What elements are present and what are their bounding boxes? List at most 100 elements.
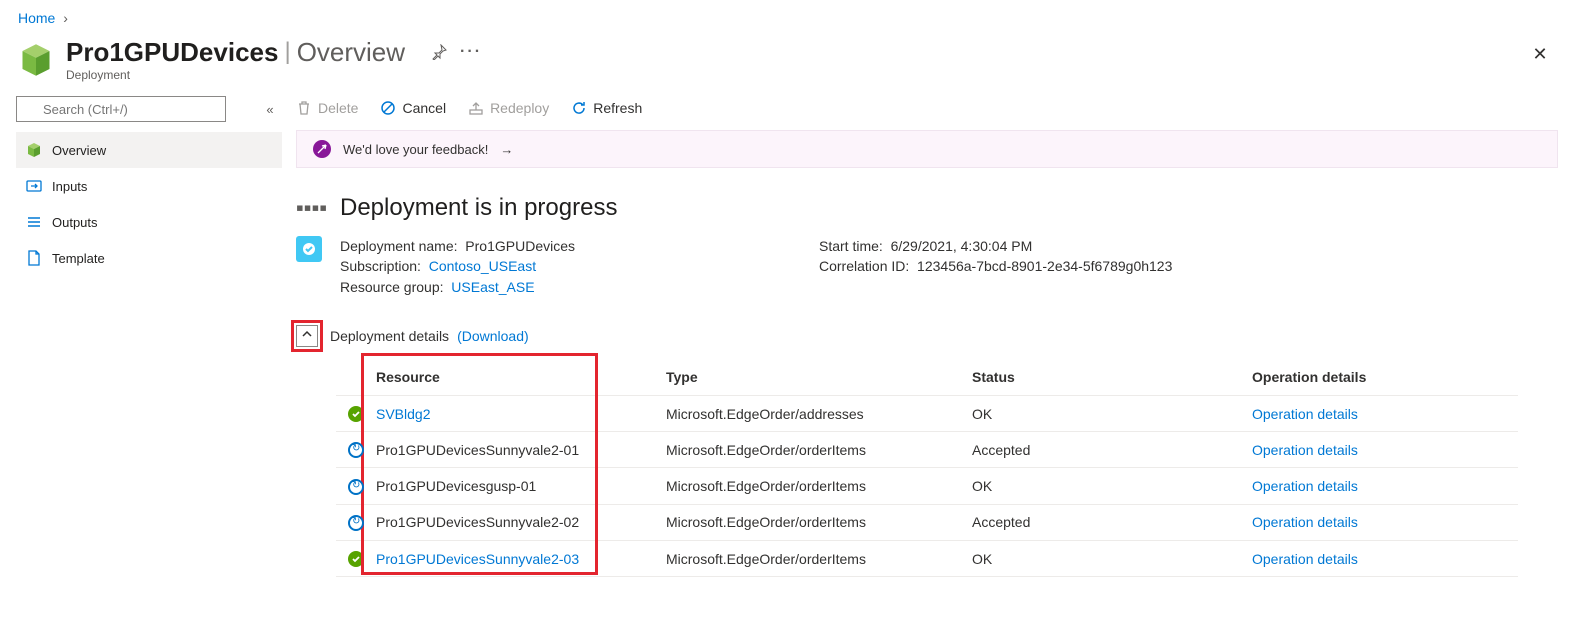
main-content: Delete Cancel Redeploy Refresh We'd love… — [290, 92, 1576, 601]
sidebar-item-outputs[interactable]: Outputs — [16, 204, 282, 240]
pin-icon — [431, 44, 447, 60]
sidebar-item-label: Outputs — [52, 215, 98, 230]
feedback-icon — [313, 140, 331, 158]
toolbar-label: Redeploy — [490, 100, 549, 116]
search-input[interactable] — [16, 96, 226, 122]
table-header-opdetails: Operation details — [1240, 359, 1518, 396]
table-header-resource: Resource — [364, 359, 654, 396]
type-text: Microsoft.EdgeOrder/orderItems — [654, 504, 960, 540]
operation-details-link[interactable]: Operation details — [1252, 514, 1358, 530]
pin-button[interactable] — [423, 36, 455, 68]
resource-text: Pro1GPUDevicesgusp-01 — [376, 478, 536, 494]
status-text: OK — [960, 468, 1240, 504]
status-text: Accepted — [960, 504, 1240, 540]
type-text: Microsoft.EdgeOrder/addresses — [654, 395, 960, 431]
page-header: Pro1GPUDevices | Overview ··· Deployment… — [0, 32, 1576, 92]
page-subtitle: Deployment — [66, 68, 487, 82]
type-text: Microsoft.EdgeOrder/orderItems — [654, 541, 960, 577]
status-text: Accepted — [960, 432, 1240, 468]
resource-text: Pro1GPUDevicesSunnyvale2-02 — [376, 514, 579, 530]
trash-icon — [296, 100, 312, 116]
deployment-details-left: Deployment name: Pro1GPUDevices Subscrip… — [340, 236, 575, 297]
table-row: Pro1GPUDevicesSunnyvale2-02 Microsoft.Edg… — [336, 504, 1518, 540]
status-text: OK — [960, 395, 1240, 431]
subscription-link[interactable]: Contoso_USEast — [429, 258, 536, 274]
deployment-name-value: Pro1GPUDevices — [465, 238, 575, 254]
delete-button: Delete — [296, 100, 358, 116]
resource-link[interactable]: SVBldg2 — [376, 406, 430, 422]
feedback-banner[interactable]: We'd love your feedback! → — [296, 130, 1558, 168]
status-title: Deployment is in progress — [340, 194, 617, 222]
inputs-icon — [26, 178, 42, 194]
table-header-status: Status — [960, 359, 1240, 396]
deployment-details-table: Resource Type Status Operation details S… — [336, 359, 1518, 577]
table-row: Pro1GPUDevicesgusp-01 Microsoft.EdgeOrder… — [336, 468, 1518, 504]
sidebar-item-inputs[interactable]: Inputs — [16, 168, 282, 204]
type-text: Microsoft.EdgeOrder/orderItems — [654, 468, 960, 504]
inprogress-icon — [348, 515, 364, 531]
feedback-text: We'd love your feedback! — [343, 142, 488, 157]
more-button[interactable]: ··· — [455, 36, 487, 68]
deployment-status-icon — [296, 236, 322, 262]
resource-text: Pro1GPUDevicesSunnyvale2-01 — [376, 442, 579, 458]
table-row: Pro1GPUDevicesSunnyvale2-01 Microsoft.Edg… — [336, 432, 1518, 468]
progress-dots-icon: ▪▪▪▪ — [296, 195, 324, 221]
table-row: Pro1GPUDevicesSunnyvale2-03 Microsoft.Edg… — [336, 541, 1518, 577]
toolbar-label: Cancel — [402, 100, 446, 116]
redeploy-icon — [468, 100, 484, 116]
chevron-right-icon: › — [63, 10, 68, 26]
type-text: Microsoft.EdgeOrder/orderItems — [654, 432, 960, 468]
download-link[interactable]: (Download) — [457, 328, 529, 344]
subscription-label: Subscription: — [340, 258, 421, 274]
inprogress-icon — [348, 479, 364, 495]
operation-details-link[interactable]: Operation details — [1252, 551, 1358, 567]
toolbar-label: Delete — [318, 100, 358, 116]
sidebar-item-label: Overview — [52, 143, 106, 158]
refresh-icon — [571, 100, 587, 116]
breadcrumb-home[interactable]: Home — [18, 10, 55, 26]
status-text: OK — [960, 541, 1240, 577]
cube-icon — [26, 142, 42, 158]
resource-link[interactable]: Pro1GPUDevicesSunnyvale2-03 — [376, 551, 579, 567]
inprogress-icon — [348, 442, 364, 458]
sidebar: « Overview Inputs Outputs Template — [0, 92, 290, 601]
outputs-icon — [26, 214, 42, 230]
collapse-sidebar-button[interactable]: « — [258, 97, 282, 121]
table-header-type: Type — [654, 359, 960, 396]
operation-details-link[interactable]: Operation details — [1252, 406, 1358, 422]
deployment-icon — [18, 42, 54, 78]
operation-details-link[interactable]: Operation details — [1252, 478, 1358, 494]
arrow-right-icon: → — [500, 142, 513, 157]
breadcrumb: Home › — [0, 0, 1576, 32]
close-icon: ✕ — [1532, 44, 1547, 65]
cancel-button[interactable]: Cancel — [380, 100, 446, 116]
operation-details-link[interactable]: Operation details — [1252, 442, 1358, 458]
sidebar-item-overview[interactable]: Overview — [16, 132, 282, 168]
start-time-value: 6/29/2021, 4:30:04 PM — [891, 238, 1033, 254]
table-row: SVBldg2 Microsoft.EdgeOrder/addressesOK Op… — [336, 395, 1518, 431]
template-icon — [26, 250, 42, 266]
toolbar-label: Refresh — [593, 100, 642, 116]
toggle-deployment-details[interactable] — [296, 325, 318, 347]
start-time-label: Start time: — [819, 238, 883, 254]
resource-group-label: Resource group: — [340, 279, 444, 295]
correlation-id-label: Correlation ID: — [819, 258, 909, 274]
deployment-details-right: Start time: 6/29/2021, 4:30:04 PM Correl… — [819, 236, 1172, 297]
chevron-up-icon — [301, 328, 313, 343]
success-icon — [348, 551, 364, 567]
correlation-id-value: 123456a-7bcd-8901-2e34-5f6789g0h123 — [917, 258, 1172, 274]
toolbar: Delete Cancel Redeploy Refresh — [290, 92, 1558, 130]
section-title: Deployment details — [330, 328, 449, 344]
cancel-icon — [380, 100, 396, 116]
deployment-name-label: Deployment name: — [340, 238, 458, 254]
resource-group-link[interactable]: USEast_ASE — [451, 279, 534, 295]
chevron-double-left-icon: « — [266, 102, 273, 117]
refresh-button[interactable]: Refresh — [571, 100, 642, 116]
page-title: Pro1GPUDevices — [66, 37, 278, 68]
sidebar-item-label: Template — [52, 251, 105, 266]
sidebar-item-label: Inputs — [52, 179, 87, 194]
title-separator: | — [284, 38, 290, 66]
close-button[interactable]: ✕ — [1522, 36, 1558, 72]
sidebar-item-template[interactable]: Template — [16, 240, 282, 276]
redeploy-button: Redeploy — [468, 100, 549, 116]
